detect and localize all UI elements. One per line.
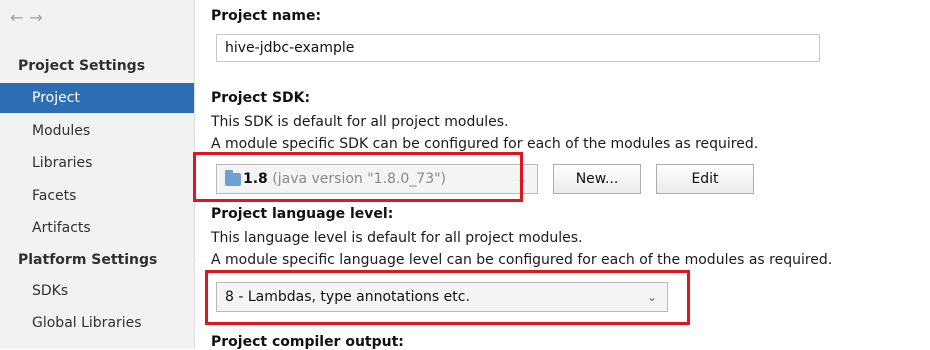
settings-sidebar: ←→ Project Settings Project Modules Libr… (0, 0, 195, 349)
new-sdk-button[interactable]: New... (553, 164, 641, 194)
sidebar-item-libraries[interactable]: Libraries (0, 148, 194, 178)
nav-arrows: ←→ (10, 8, 49, 27)
sidebar-item-project[interactable]: Project (0, 83, 194, 113)
compiler-output-label: Project compiler output: (211, 334, 404, 350)
language-level-label: Project language level: (211, 206, 394, 222)
project-sdk-label: Project SDK: (211, 90, 311, 106)
project-settings-header: Project Settings (18, 58, 146, 74)
language-level-description-2: A module specific language level can be … (211, 252, 833, 268)
sdk-highlight-box (193, 152, 523, 202)
sdk-description-1: This SDK is default for all project modu… (211, 114, 509, 130)
sidebar-item-artifacts[interactable]: Artifacts (0, 213, 194, 243)
language-level-highlight-box (205, 270, 690, 325)
back-arrow-icon[interactable]: ← (10, 8, 29, 27)
platform-settings-header: Platform Settings (18, 252, 158, 268)
project-name-label: Project name: (211, 8, 322, 24)
sidebar-item-facets[interactable]: Facets (0, 181, 194, 211)
sidebar-item-global-libraries[interactable]: Global Libraries (0, 308, 194, 338)
edit-sdk-button[interactable]: Edit (656, 164, 754, 194)
sdk-description-2: A module specific SDK can be configured … (211, 136, 759, 152)
language-level-description-1: This language level is default for all p… (211, 230, 583, 246)
project-name-input[interactable]: hive-jdbc-example (216, 34, 820, 62)
sidebar-item-sdks[interactable]: SDKs (0, 276, 194, 306)
sidebar-item-modules[interactable]: Modules (0, 116, 194, 146)
forward-arrow-icon[interactable]: → (29, 8, 48, 27)
project-settings-panel: Project name: hive-jdbc-example Project … (193, 0, 930, 350)
